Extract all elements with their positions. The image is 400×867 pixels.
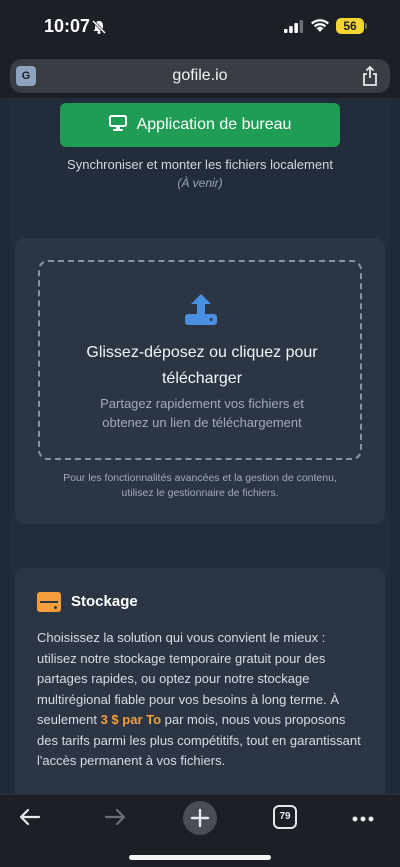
home-indicator[interactable]: [129, 855, 271, 860]
dropzone-subtitle-line2: obtenez un lien de téléchargement: [102, 415, 302, 430]
storage-card: Stockage Choisissez la solution qui vous…: [15, 568, 385, 794]
monitor-icon: [108, 114, 127, 136]
desktop-app-button[interactable]: Application de bureau: [60, 103, 340, 147]
back-arrow-icon[interactable]: [18, 805, 42, 834]
storage-drive-icon: [37, 592, 61, 612]
upload-card: Glissez-déposez ou cliquez pour téléchar…: [15, 238, 385, 524]
content-column: Application de bureau Synchroniser et mo…: [10, 98, 390, 794]
sync-description: Synchroniser et monter les fichiers loca…: [67, 157, 333, 172]
storage-title: Stockage: [71, 593, 138, 610]
upload-icon: [183, 292, 219, 331]
storage-description: Choisissez la solution qui vous convient…: [37, 628, 367, 772]
share-icon[interactable]: [362, 65, 378, 91]
coming-soon-note: (À venir): [177, 176, 223, 190]
desktop-app-label: Application de bureau: [136, 116, 292, 133]
browser-toolbar: 79: [0, 794, 400, 867]
storage-price: 3 $ par To: [100, 712, 162, 727]
tab-count-button[interactable]: 79: [273, 805, 297, 829]
cellular-signal-icon: [284, 20, 304, 38]
url-text[interactable]: gofile.io: [10, 67, 390, 85]
file-manager-note-line2: utilisez le gestionnaire de fichiers.: [121, 487, 279, 499]
wifi-icon: [310, 18, 330, 38]
dropzone-title-line1: Glissez-déposez ou cliquez pour: [86, 344, 318, 361]
file-manager-note-line1: Pour les fonctionnalités avancées et la …: [63, 472, 337, 484]
dropzone-title-line2: télécharger: [161, 370, 243, 387]
dropzone-subtitle: Partagez rapidement vos fichiers et obte…: [60, 394, 344, 432]
plus-icon: [190, 808, 210, 828]
status-bar: 10:07 56: [0, 0, 400, 56]
battery-tip: [365, 23, 367, 29]
battery-level: 56: [336, 18, 364, 34]
upload-dropzone[interactable]: Glissez-déposez ou cliquez pour téléchar…: [38, 260, 362, 460]
more-icon[interactable]: [352, 809, 374, 827]
new-tab-button[interactable]: [183, 801, 217, 835]
dropzone-title: Glissez-déposez ou cliquez pour téléchar…: [50, 340, 354, 392]
bell-off-icon: [91, 19, 107, 40]
status-time: 10:07: [44, 16, 91, 36]
address-bar[interactable]: G gofile.io: [10, 59, 390, 93]
forward-arrow-icon[interactable]: [103, 805, 127, 834]
browser-address-area: G gofile.io: [0, 56, 400, 98]
dropzone-subtitle-line1: Partagez rapidement vos fichiers et: [100, 396, 304, 411]
page-content: Application de bureau Synchroniser et mo…: [0, 98, 400, 794]
file-manager-note: Pour les fonctionnalités avancées et la …: [35, 471, 365, 501]
